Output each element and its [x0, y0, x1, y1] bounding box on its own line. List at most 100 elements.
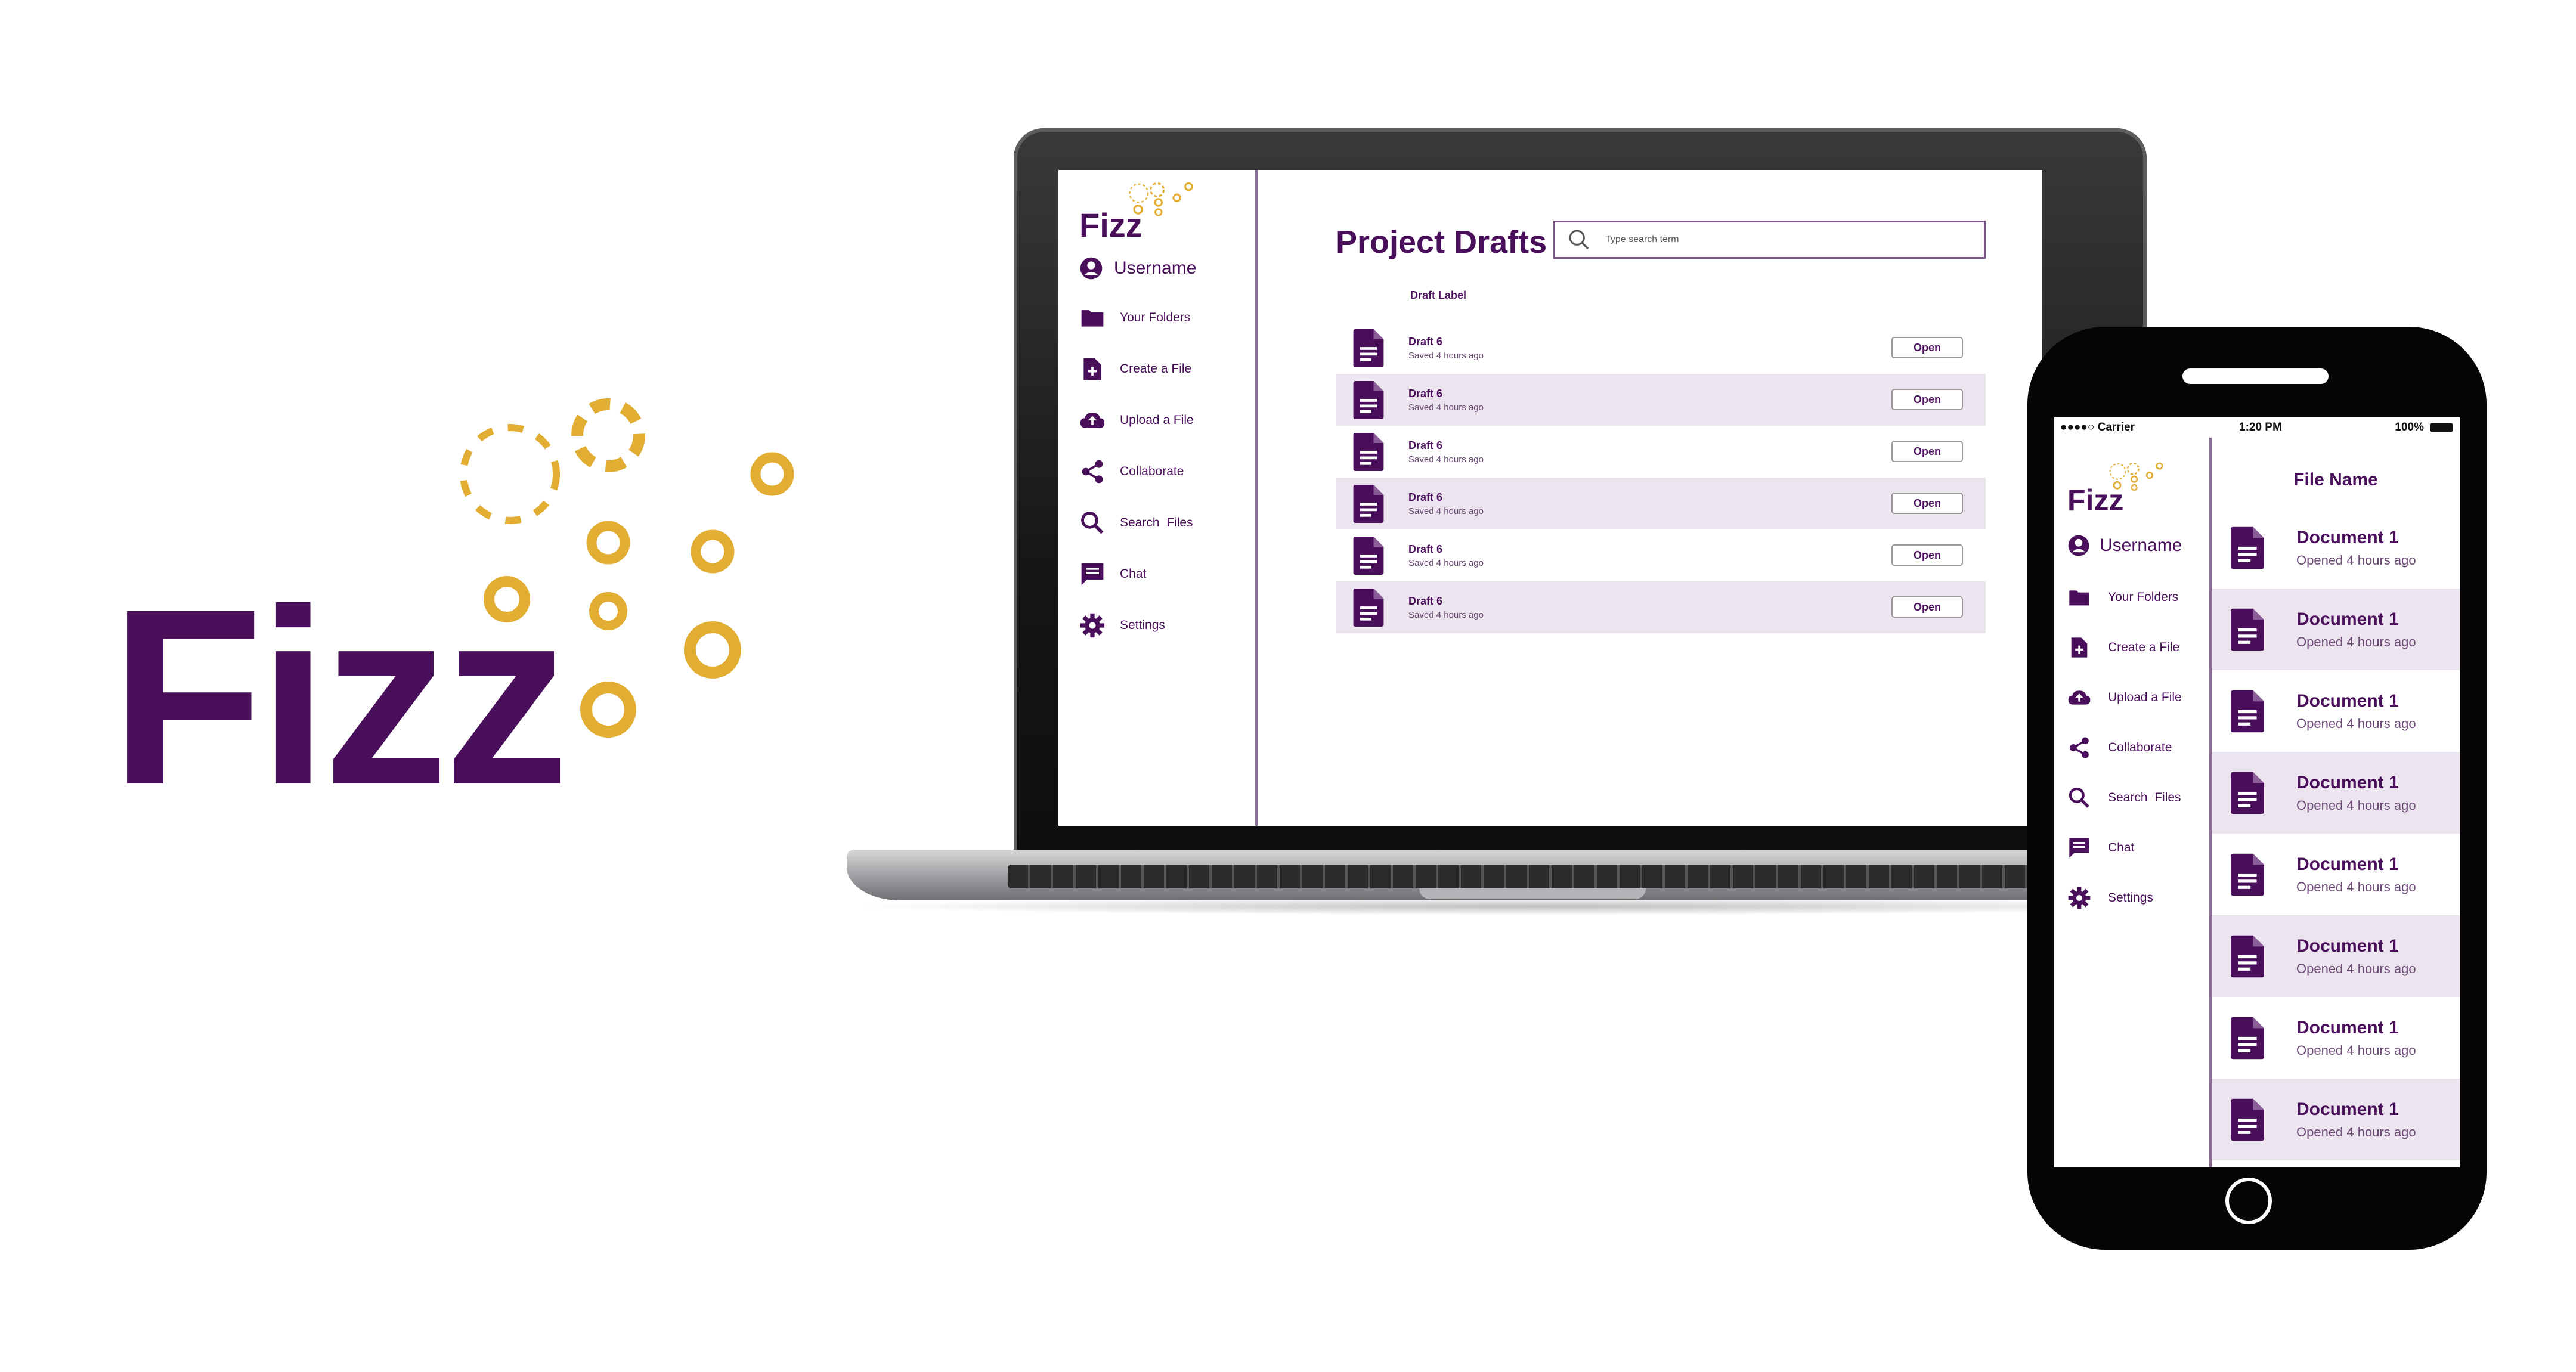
phone-nav-chat[interactable]: Chat — [2067, 823, 2182, 873]
cloud-upload-icon — [2067, 686, 2091, 710]
search-box[interactable] — [1553, 221, 1986, 259]
draft-row[interactable]: Draft 6 Saved 4 hours ago Open — [1336, 529, 1986, 581]
document-icon — [1352, 433, 1385, 471]
search-icon — [1079, 510, 1106, 536]
search-icon — [1569, 230, 1589, 250]
document-icon — [1352, 589, 1385, 627]
laptop-shadow — [847, 897, 2230, 915]
user-icon — [2067, 534, 2090, 557]
draft-row[interactable]: Draft 6 Saved 4 hours ago Open — [1336, 322, 1986, 374]
draft-status: Saved 4 hours ago — [1408, 402, 1484, 413]
document-row[interactable]: Document 1 Opened 4 hours ago — [2212, 752, 2460, 834]
document-status: Opened 4 hours ago — [2296, 1042, 2416, 1058]
document-name: Document 1 — [2296, 1099, 2399, 1119]
phone-home-button[interactable] — [2225, 1178, 2272, 1224]
draft-status: Saved 4 hours ago — [1408, 454, 1484, 464]
phone-user[interactable]: Username — [2067, 531, 2182, 560]
document-icon — [2231, 1098, 2264, 1141]
document-status: Opened 4 hours ago — [2296, 1124, 2416, 1139]
nav-label: Your Folders — [1120, 311, 1191, 324]
document-row[interactable]: Document 1 Opened 4 hours ago — [2212, 507, 2460, 589]
phone-nav-settings[interactable]: Settings — [2067, 873, 2182, 923]
laptop-nav-settings[interactable]: Settings — [1079, 600, 1194, 651]
document-icon — [2231, 1017, 2264, 1060]
open-button[interactable]: Open — [1891, 544, 1963, 566]
nav-label: Search Files — [1120, 516, 1193, 529]
document-row[interactable]: Document 1 Opened 4 hours ago — [2212, 915, 2460, 997]
laptop-screen: Fizz Username Your Folders Create a File… — [1058, 170, 2042, 826]
laptop-sidebar-logo[interactable]: Fizz — [1079, 179, 1193, 247]
laptop-nav-chat[interactable]: Chat — [1079, 549, 1194, 600]
search-input[interactable] — [1604, 234, 1964, 246]
document-icon — [1352, 381, 1385, 419]
laptop-logo-text: Fizz — [1079, 206, 1143, 244]
gear-icon — [2067, 886, 2091, 910]
draft-row[interactable]: Draft 6 Saved 4 hours ago Open — [1336, 426, 1986, 478]
laptop-nav-upload-file[interactable]: Upload a File — [1079, 395, 1194, 446]
open-button[interactable]: Open — [1891, 493, 1963, 514]
document-row[interactable]: Document 1 Opened 4 hours ago — [2212, 1079, 2460, 1160]
open-button[interactable]: Open — [1891, 441, 1963, 462]
phone-nav-your-folders[interactable]: Your Folders — [2067, 572, 2182, 622]
draft-row[interactable]: Draft 6 Saved 4 hours ago Open — [1336, 374, 1986, 426]
folder-icon — [1079, 305, 1106, 331]
document-icon — [2231, 772, 2264, 814]
phone-nav-upload-file[interactable]: Upload a File — [2067, 673, 2182, 723]
chat-icon — [2067, 836, 2091, 860]
draft-status: Saved 4 hours ago — [1408, 558, 1484, 568]
share-icon — [1079, 459, 1106, 485]
nav-label: Collaborate — [2108, 741, 2172, 754]
laptop-nav-your-folders[interactable]: Your Folders — [1079, 292, 1194, 343]
nav-label: Search Files — [2108, 791, 2181, 804]
document-row[interactable]: Document 1 Opened 4 hours ago — [2212, 589, 2460, 670]
phone-nav-create-file[interactable]: Create a File — [2067, 622, 2182, 673]
nav-label: Create a File — [1120, 362, 1192, 376]
document-name: Document 1 — [2296, 936, 2399, 956]
laptop-nav-search-files[interactable]: Search Files — [1079, 497, 1194, 549]
fizz-wordmark: Fizz — [110, 558, 569, 837]
draft-name: Draft 6 — [1408, 387, 1443, 399]
draft-list: Draft 6 Saved 4 hours ago Open Draft 6 Sav… — [1336, 322, 1986, 633]
file-plus-icon — [2067, 636, 2091, 659]
nav-label: Settings — [1120, 618, 1165, 632]
laptop-nav-collaborate[interactable]: Collaborate — [1079, 446, 1194, 497]
document-row[interactable]: Document 1 Opened 4 hours ago — [2212, 997, 2460, 1079]
phone-sidebar-logo[interactable]: Fizz — [2067, 459, 2163, 519]
nav-label: Settings — [2108, 891, 2153, 905]
document-status: Opened 4 hours ago — [2296, 716, 2416, 731]
laptop-keyboard — [1008, 865, 2093, 888]
file-name-header: File Name — [2293, 470, 2378, 490]
phone-nav: Your Folders Create a File Upload a File… — [2067, 572, 2182, 923]
document-name: Document 1 — [2296, 854, 2399, 874]
draft-name: Draft 6 — [1408, 543, 1443, 555]
draft-name: Draft 6 — [1408, 491, 1443, 503]
document-icon — [2231, 935, 2264, 978]
document-name: Document 1 — [2296, 772, 2399, 792]
document-status: Opened 4 hours ago — [2296, 797, 2416, 813]
document-icon — [2231, 608, 2264, 651]
phone-nav-collaborate[interactable]: Collaborate — [2067, 723, 2182, 773]
draft-row[interactable]: Draft 6 Saved 4 hours ago Open — [1336, 478, 1986, 529]
open-button[interactable]: Open — [1891, 389, 1963, 410]
document-name: Document 1 — [2296, 1017, 2399, 1037]
laptop-nav-create-file[interactable]: Create a File — [1079, 343, 1194, 395]
clock: 1:20 PM — [2239, 421, 2282, 433]
nav-label: Collaborate — [1120, 464, 1184, 478]
draft-name: Draft 6 — [1408, 439, 1443, 451]
phone-nav-search-files[interactable]: Search Files — [2067, 773, 2182, 823]
nav-label: Upload a File — [1120, 413, 1194, 427]
open-button[interactable]: Open — [1891, 596, 1963, 618]
battery-percent: 100% — [2395, 421, 2424, 433]
open-button[interactable]: Open — [1891, 337, 1963, 358]
phone-username: Username — [2100, 535, 2182, 555]
phone-speaker — [2182, 368, 2329, 384]
nav-label: Upload a File — [2108, 690, 2182, 704]
laptop-user[interactable]: Username — [1079, 253, 1196, 283]
document-row[interactable]: Document 1 Opened 4 hours ago — [2212, 834, 2460, 915]
document-row[interactable]: Document 1 Opened 4 hours ago — [2212, 670, 2460, 752]
nav-label: Chat — [1120, 567, 1147, 581]
folder-icon — [2067, 586, 2091, 609]
chat-icon — [1079, 561, 1106, 587]
laptop-sidebar: Fizz Username Your Folders Create a File… — [1058, 170, 1258, 826]
draft-row[interactable]: Draft 6 Saved 4 hours ago Open — [1336, 581, 1986, 633]
